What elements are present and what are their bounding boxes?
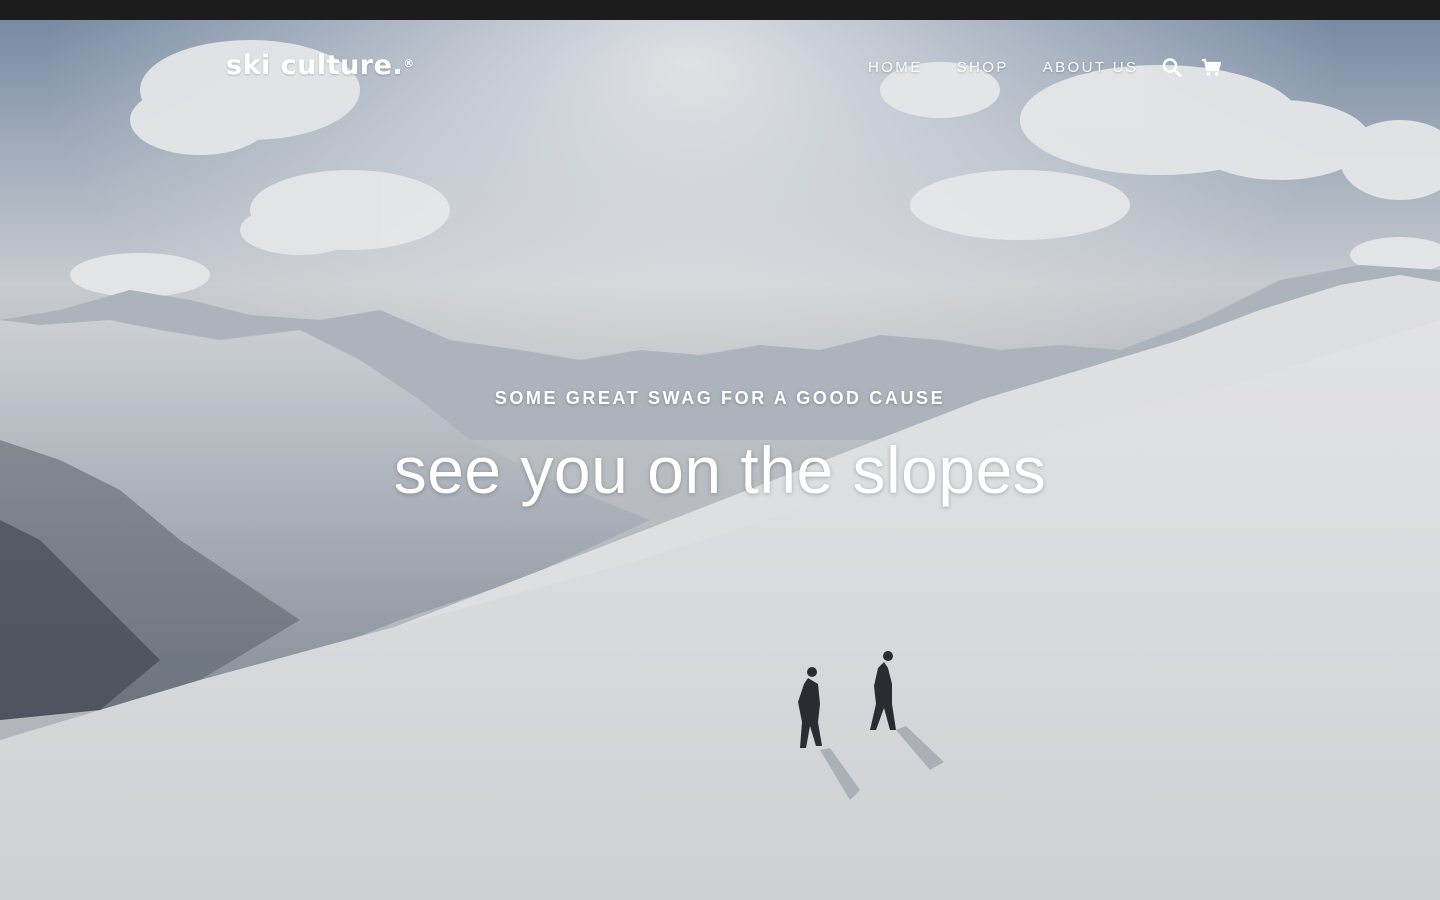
registered-mark: ® xyxy=(403,57,415,70)
top-bar xyxy=(0,0,1440,20)
main-nav: HOME SHOP ABOUT US xyxy=(868,58,1240,78)
logo-text: ski culture. xyxy=(226,50,404,81)
hero-title: see you on the slopes xyxy=(393,433,1047,507)
nav-shop-link[interactable]: SHOP xyxy=(957,59,1009,77)
cart-icon[interactable] xyxy=(1201,58,1223,78)
search-icon[interactable] xyxy=(1162,58,1184,78)
hero-subtitle: SOME GREAT SWAG FOR A GOOD CAUSE xyxy=(494,388,946,408)
site-header: ski culture.® HOME SHOP ABOUT US xyxy=(0,20,1440,112)
nav-home-link[interactable]: HOME xyxy=(868,59,923,77)
site-logo[interactable]: ski culture.® xyxy=(226,50,415,82)
nav-about-link[interactable]: ABOUT US xyxy=(1043,59,1139,77)
